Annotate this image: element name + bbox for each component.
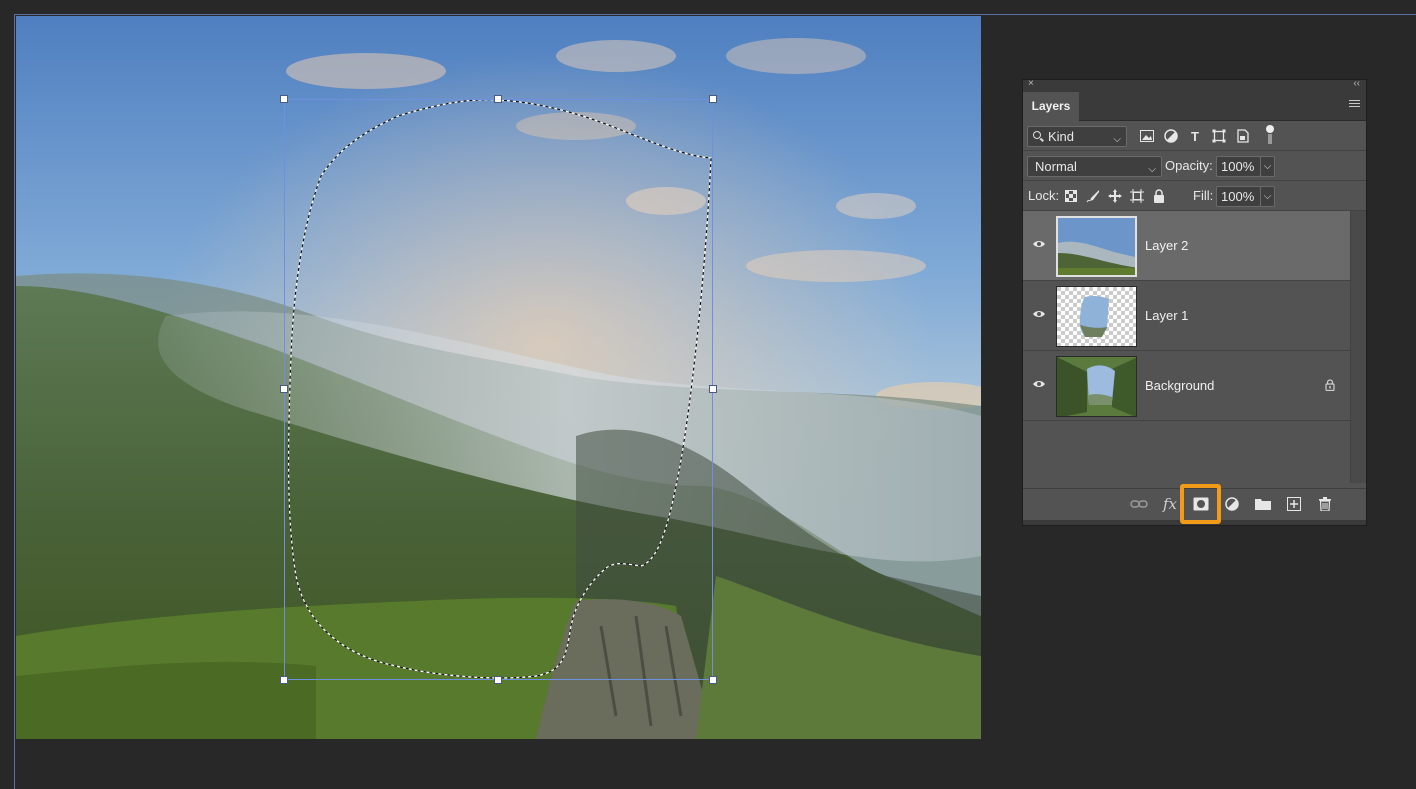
filter-kind-select[interactable]: Kind ⌵ xyxy=(1027,126,1127,147)
image-canvas[interactable] xyxy=(16,16,981,739)
adjustment-filter-icon[interactable] xyxy=(1163,128,1179,144)
document-workspace: × ‹‹ Layers Kind ⌵ T Normal ⌵ Opacity: 1… xyxy=(0,0,1416,789)
fill-dropdown-button[interactable]: ⌵ xyxy=(1260,186,1275,207)
chevron-down-icon: ⌵ xyxy=(1148,164,1156,175)
transform-handle-top[interactable] xyxy=(494,95,502,103)
layer-filter-row: Kind ⌵ T xyxy=(1023,121,1366,151)
panel-title-strip: × ‹‹ xyxy=(1023,78,1366,92)
canvas-bound-left xyxy=(14,14,15,789)
tab-layers[interactable]: Layers xyxy=(1023,92,1079,121)
new-layer-icon[interactable] xyxy=(1284,494,1304,514)
layer-row-layer-1[interactable]: Layer 1 xyxy=(1023,281,1351,351)
opacity-dropdown-button[interactable]: ⌵ xyxy=(1260,156,1275,177)
lock-artboard-icon[interactable] xyxy=(1129,188,1145,204)
type-filter-icon[interactable]: T xyxy=(1187,128,1203,144)
pixel-filter-icon[interactable] xyxy=(1139,128,1155,144)
eye-icon[interactable] xyxy=(1033,380,1045,388)
transform-handle-right[interactable] xyxy=(709,385,717,393)
layers-list: Layer 2 Layer 1 Background xyxy=(1023,211,1366,483)
layer-thumbnail xyxy=(1056,356,1137,417)
filter-kind-label: Kind xyxy=(1048,129,1075,144)
fx-button[interactable]: fx xyxy=(1160,494,1180,514)
blend-row: Normal ⌵ Opacity: 100% ⌵ xyxy=(1023,151,1366,181)
fill-field[interactable]: 100% xyxy=(1216,186,1261,207)
smart-object-filter-icon[interactable] xyxy=(1235,128,1251,144)
search-icon xyxy=(1033,131,1041,139)
lock-icon xyxy=(1325,379,1335,394)
blend-mode-select[interactable]: Normal ⌵ xyxy=(1027,156,1162,177)
layers-panel: × ‹‹ Layers Kind ⌵ T Normal ⌵ Opacity: 1… xyxy=(1022,78,1367,526)
link-icon[interactable] xyxy=(1129,494,1149,514)
layer-thumbnail xyxy=(1056,216,1137,277)
transform-handle-top-right[interactable] xyxy=(709,95,717,103)
close-panel-button[interactable]: × xyxy=(1028,78,1034,89)
lock-label: Lock: xyxy=(1028,188,1060,203)
layers-scrollbar[interactable] xyxy=(1350,211,1366,483)
layer-row-background[interactable]: Background xyxy=(1023,351,1351,421)
fill-label: Fill: xyxy=(1193,188,1214,203)
lock-row: Lock: Fill: 100% ⌵ xyxy=(1023,181,1366,211)
lock-transparent-icon[interactable] xyxy=(1063,188,1079,204)
trash-icon[interactable] xyxy=(1315,494,1335,514)
opacity-label: Opacity: xyxy=(1165,158,1213,173)
transform-handle-bottom-left[interactable] xyxy=(280,676,288,684)
lock-all-icon[interactable] xyxy=(1151,188,1167,204)
adjustment-layer-icon[interactable] xyxy=(1222,494,1242,514)
layer-name: Layer 1 xyxy=(1145,308,1189,323)
lock-image-icon[interactable] xyxy=(1085,188,1101,204)
transform-handle-bottom[interactable] xyxy=(494,676,502,684)
add-mask-highlight-box xyxy=(1180,484,1221,524)
panel-menu-icon[interactable] xyxy=(1349,100,1360,110)
blend-mode-value: Normal xyxy=(1035,159,1077,174)
layer-name: Layer 2 xyxy=(1145,238,1189,253)
folder-icon[interactable] xyxy=(1253,494,1273,514)
collapse-panel-button[interactable]: ‹‹ xyxy=(1353,78,1360,89)
shape-filter-icon[interactable] xyxy=(1211,128,1227,144)
transform-handle-top-left[interactable] xyxy=(280,95,288,103)
eye-icon[interactable] xyxy=(1033,240,1045,248)
chevron-down-icon: ⌵ xyxy=(1113,134,1121,145)
transform-bounding-box[interactable] xyxy=(280,95,717,684)
filter-toggle-switch[interactable] xyxy=(1266,125,1274,144)
lock-position-icon[interactable] xyxy=(1107,188,1123,204)
layer-thumbnail xyxy=(1056,286,1137,347)
panel-tab-bar: Layers xyxy=(1023,92,1366,121)
layer-name: Background xyxy=(1145,378,1215,393)
eye-icon[interactable] xyxy=(1033,310,1045,318)
layer-row-layer-2[interactable]: Layer 2 xyxy=(1023,211,1351,281)
transform-handle-bottom-right[interactable] xyxy=(709,676,717,684)
canvas-bound-top xyxy=(14,14,1416,15)
opacity-field[interactable]: 100% xyxy=(1216,156,1261,177)
transform-handle-left[interactable] xyxy=(280,385,288,393)
